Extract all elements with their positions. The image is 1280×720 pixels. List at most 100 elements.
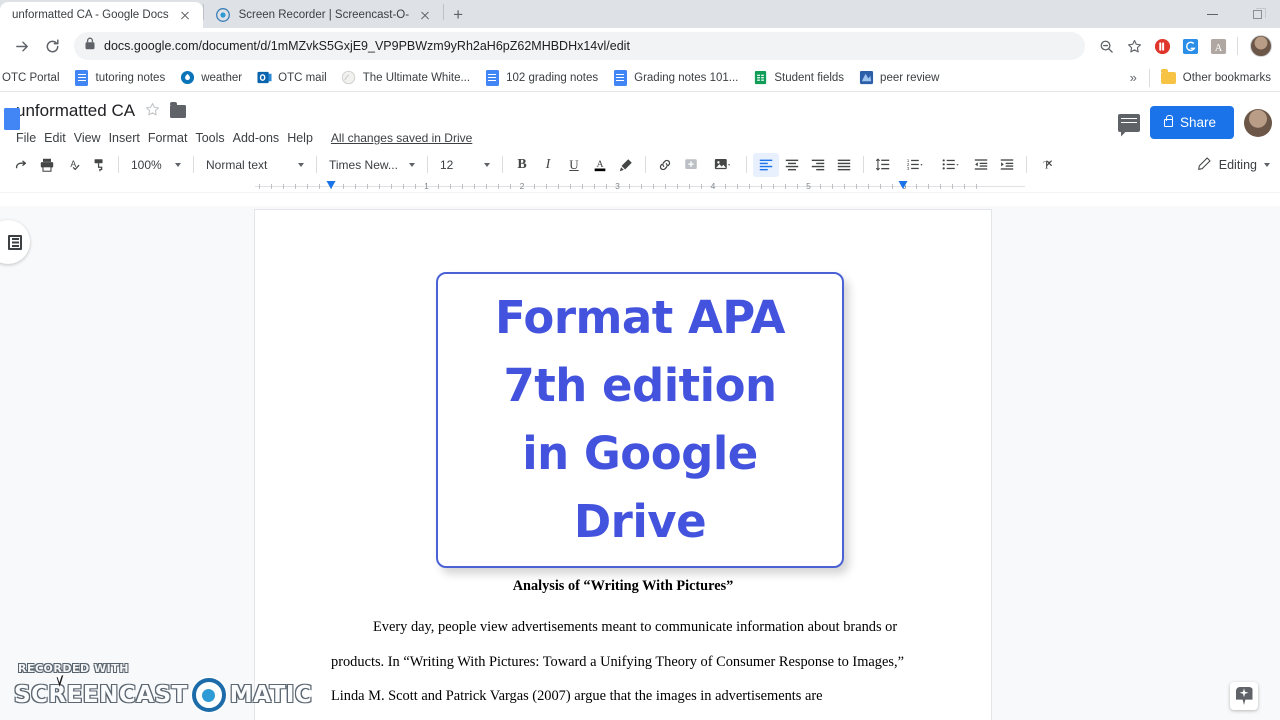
bookmark-star-icon[interactable]: [1121, 33, 1147, 59]
bookmark-grading-notes-101[interactable]: Grading notes 101...: [605, 67, 745, 89]
overlay-title-card: Format APA 7th edition in Google Drive: [436, 272, 844, 568]
bookmark-otc-mail[interactable]: OTC mail: [249, 67, 334, 89]
watermark-recorded-with: RECORDED WITH: [18, 662, 129, 675]
grammarly-extension-icon[interactable]: [1177, 33, 1203, 59]
ruler-tick: [927, 184, 929, 189]
menu-help[interactable]: Help: [287, 128, 321, 148]
menu-format[interactable]: Format: [148, 128, 196, 148]
adobe-acrobat-extension-icon[interactable]: A: [1205, 33, 1231, 59]
other-bookmarks-folder[interactable]: Other bookmarks: [1154, 67, 1278, 89]
font-size-value: 12: [440, 157, 454, 172]
bookmark-tutoring-notes[interactable]: tutoring notes: [67, 67, 173, 89]
bookmark-peer-review[interactable]: peer review: [851, 67, 946, 89]
maximize-button[interactable]: [1235, 0, 1280, 28]
lock-icon: [84, 37, 96, 55]
tab-screen-recorder[interactable]: Screen Recorder | Screencast-O-: [203, 2, 444, 28]
watermark-word-right: MATIC: [229, 682, 313, 708]
bookmark-weather[interactable]: weather: [172, 67, 249, 89]
star-outline-icon[interactable]: [145, 102, 160, 120]
divider: [193, 156, 194, 173]
bold-button[interactable]: B: [509, 153, 535, 177]
forward-icon[interactable]: [8, 32, 36, 60]
tab-title: unformatted CA - Google Docs: [12, 9, 169, 21]
bookmark-102-grading-notes[interactable]: 102 grading notes: [477, 67, 605, 89]
insert-image-button[interactable]: [704, 153, 740, 177]
ruler-tick: [402, 184, 404, 189]
editing-mode-select[interactable]: Editing: [1191, 152, 1276, 177]
bulleted-list-button[interactable]: [932, 153, 968, 177]
align-left-button[interactable]: [753, 152, 779, 177]
menu-insert[interactable]: Insert: [109, 128, 148, 148]
zoom-select[interactable]: 100%: [125, 153, 187, 177]
share-button[interactable]: Share: [1149, 106, 1234, 139]
screencast-icon: [216, 8, 231, 23]
numbered-list-button[interactable]: 123: [896, 153, 932, 177]
page-title[interactable]: unformatted CA: [16, 101, 135, 121]
add-comment-button[interactable]: [678, 153, 704, 177]
tab-unformatted-ca[interactable]: unformatted CA - Google Docs: [0, 2, 203, 28]
bookmark-the-ultimate-white[interactable]: The Ultimate White...: [334, 67, 477, 89]
bookmark-label: tutoring notes: [95, 71, 166, 84]
spelling-check-button[interactable]: A: [60, 153, 86, 177]
bookmark-otc-portal[interactable]: OTC Portal: [2, 69, 67, 87]
reload-icon[interactable]: [38, 32, 66, 60]
adblock-extension-icon[interactable]: [1149, 33, 1175, 59]
italic-button[interactable]: I: [535, 153, 561, 177]
bookmark-student-fields[interactable]: Student fields: [745, 67, 851, 89]
ruler-tick: [748, 184, 750, 189]
google-docs-logo[interactable]: [0, 100, 30, 140]
clear-formatting-button[interactable]: T: [1033, 153, 1059, 177]
close-icon[interactable]: [417, 7, 433, 23]
save-status[interactable]: All changes saved in Drive: [331, 131, 472, 145]
font-select[interactable]: Times New...: [323, 153, 421, 177]
font-size-select[interactable]: 12: [434, 153, 496, 177]
ruler-tick: [319, 184, 321, 189]
address-bar[interactable]: docs.google.com/document/d/1mMZvkS5GxjE9…: [74, 32, 1085, 60]
line-spacing-button[interactable]: [870, 153, 896, 177]
ruler-tick: [701, 184, 703, 189]
align-right-button[interactable]: [805, 153, 831, 177]
redo-button[interactable]: [8, 153, 34, 177]
style-value: Normal text: [206, 157, 268, 172]
ruler-track[interactable]: 123456: [255, 181, 1025, 191]
align-center-button[interactable]: [779, 153, 805, 177]
document-outline-toggle[interactable]: [0, 220, 30, 264]
comment-icon[interactable]: [1117, 113, 1140, 132]
profile-avatar[interactable]: [1250, 35, 1272, 57]
decrease-indent-button[interactable]: [968, 153, 994, 177]
overlay-line-4: Drive: [573, 495, 707, 548]
left-indent-marker[interactable]: [326, 181, 336, 189]
ruler-number: 5: [806, 181, 811, 191]
align-justify-button[interactable]: [831, 153, 857, 177]
ruler-tick: [510, 184, 512, 189]
docs-icon: [484, 69, 500, 86]
insert-link-button[interactable]: [652, 153, 678, 177]
minimize-button[interactable]: [1190, 0, 1235, 28]
explore-button[interactable]: [1230, 682, 1258, 710]
menu-addons[interactable]: Add-ons: [233, 128, 288, 148]
menu-edit[interactable]: Edit: [44, 128, 74, 148]
text-color-button[interactable]: A: [587, 153, 613, 177]
ruler-tick: [307, 184, 309, 189]
screencast-o-matic-logo: [191, 678, 226, 712]
increase-indent-button[interactable]: [994, 153, 1020, 177]
zoom-value: 100%: [131, 157, 162, 172]
paragraph-style-select[interactable]: Normal text: [200, 153, 310, 177]
highlight-color-button[interactable]: [613, 153, 639, 177]
bookmarks-overflow-button[interactable]: »: [1122, 70, 1145, 85]
close-icon[interactable]: [177, 7, 193, 23]
ruler-tick: [868, 184, 870, 189]
move-to-folder-icon[interactable]: [170, 102, 187, 118]
menu-tools[interactable]: Tools: [195, 128, 232, 148]
underline-button[interactable]: U: [561, 153, 587, 177]
zoom-out-icon[interactable]: [1093, 33, 1119, 59]
paint-format-button[interactable]: [86, 153, 112, 177]
menu-view[interactable]: View: [74, 128, 109, 148]
account-avatar[interactable]: [1244, 108, 1272, 137]
ruler-tick: [796, 184, 798, 189]
print-button[interactable]: [34, 153, 60, 177]
document-text[interactable]: Analysis of “Writing With Pictures” Ever…: [331, 576, 915, 720]
ruler-tick: [724, 184, 726, 189]
new-tab-button[interactable]: +: [444, 2, 472, 28]
divider: [746, 156, 747, 173]
